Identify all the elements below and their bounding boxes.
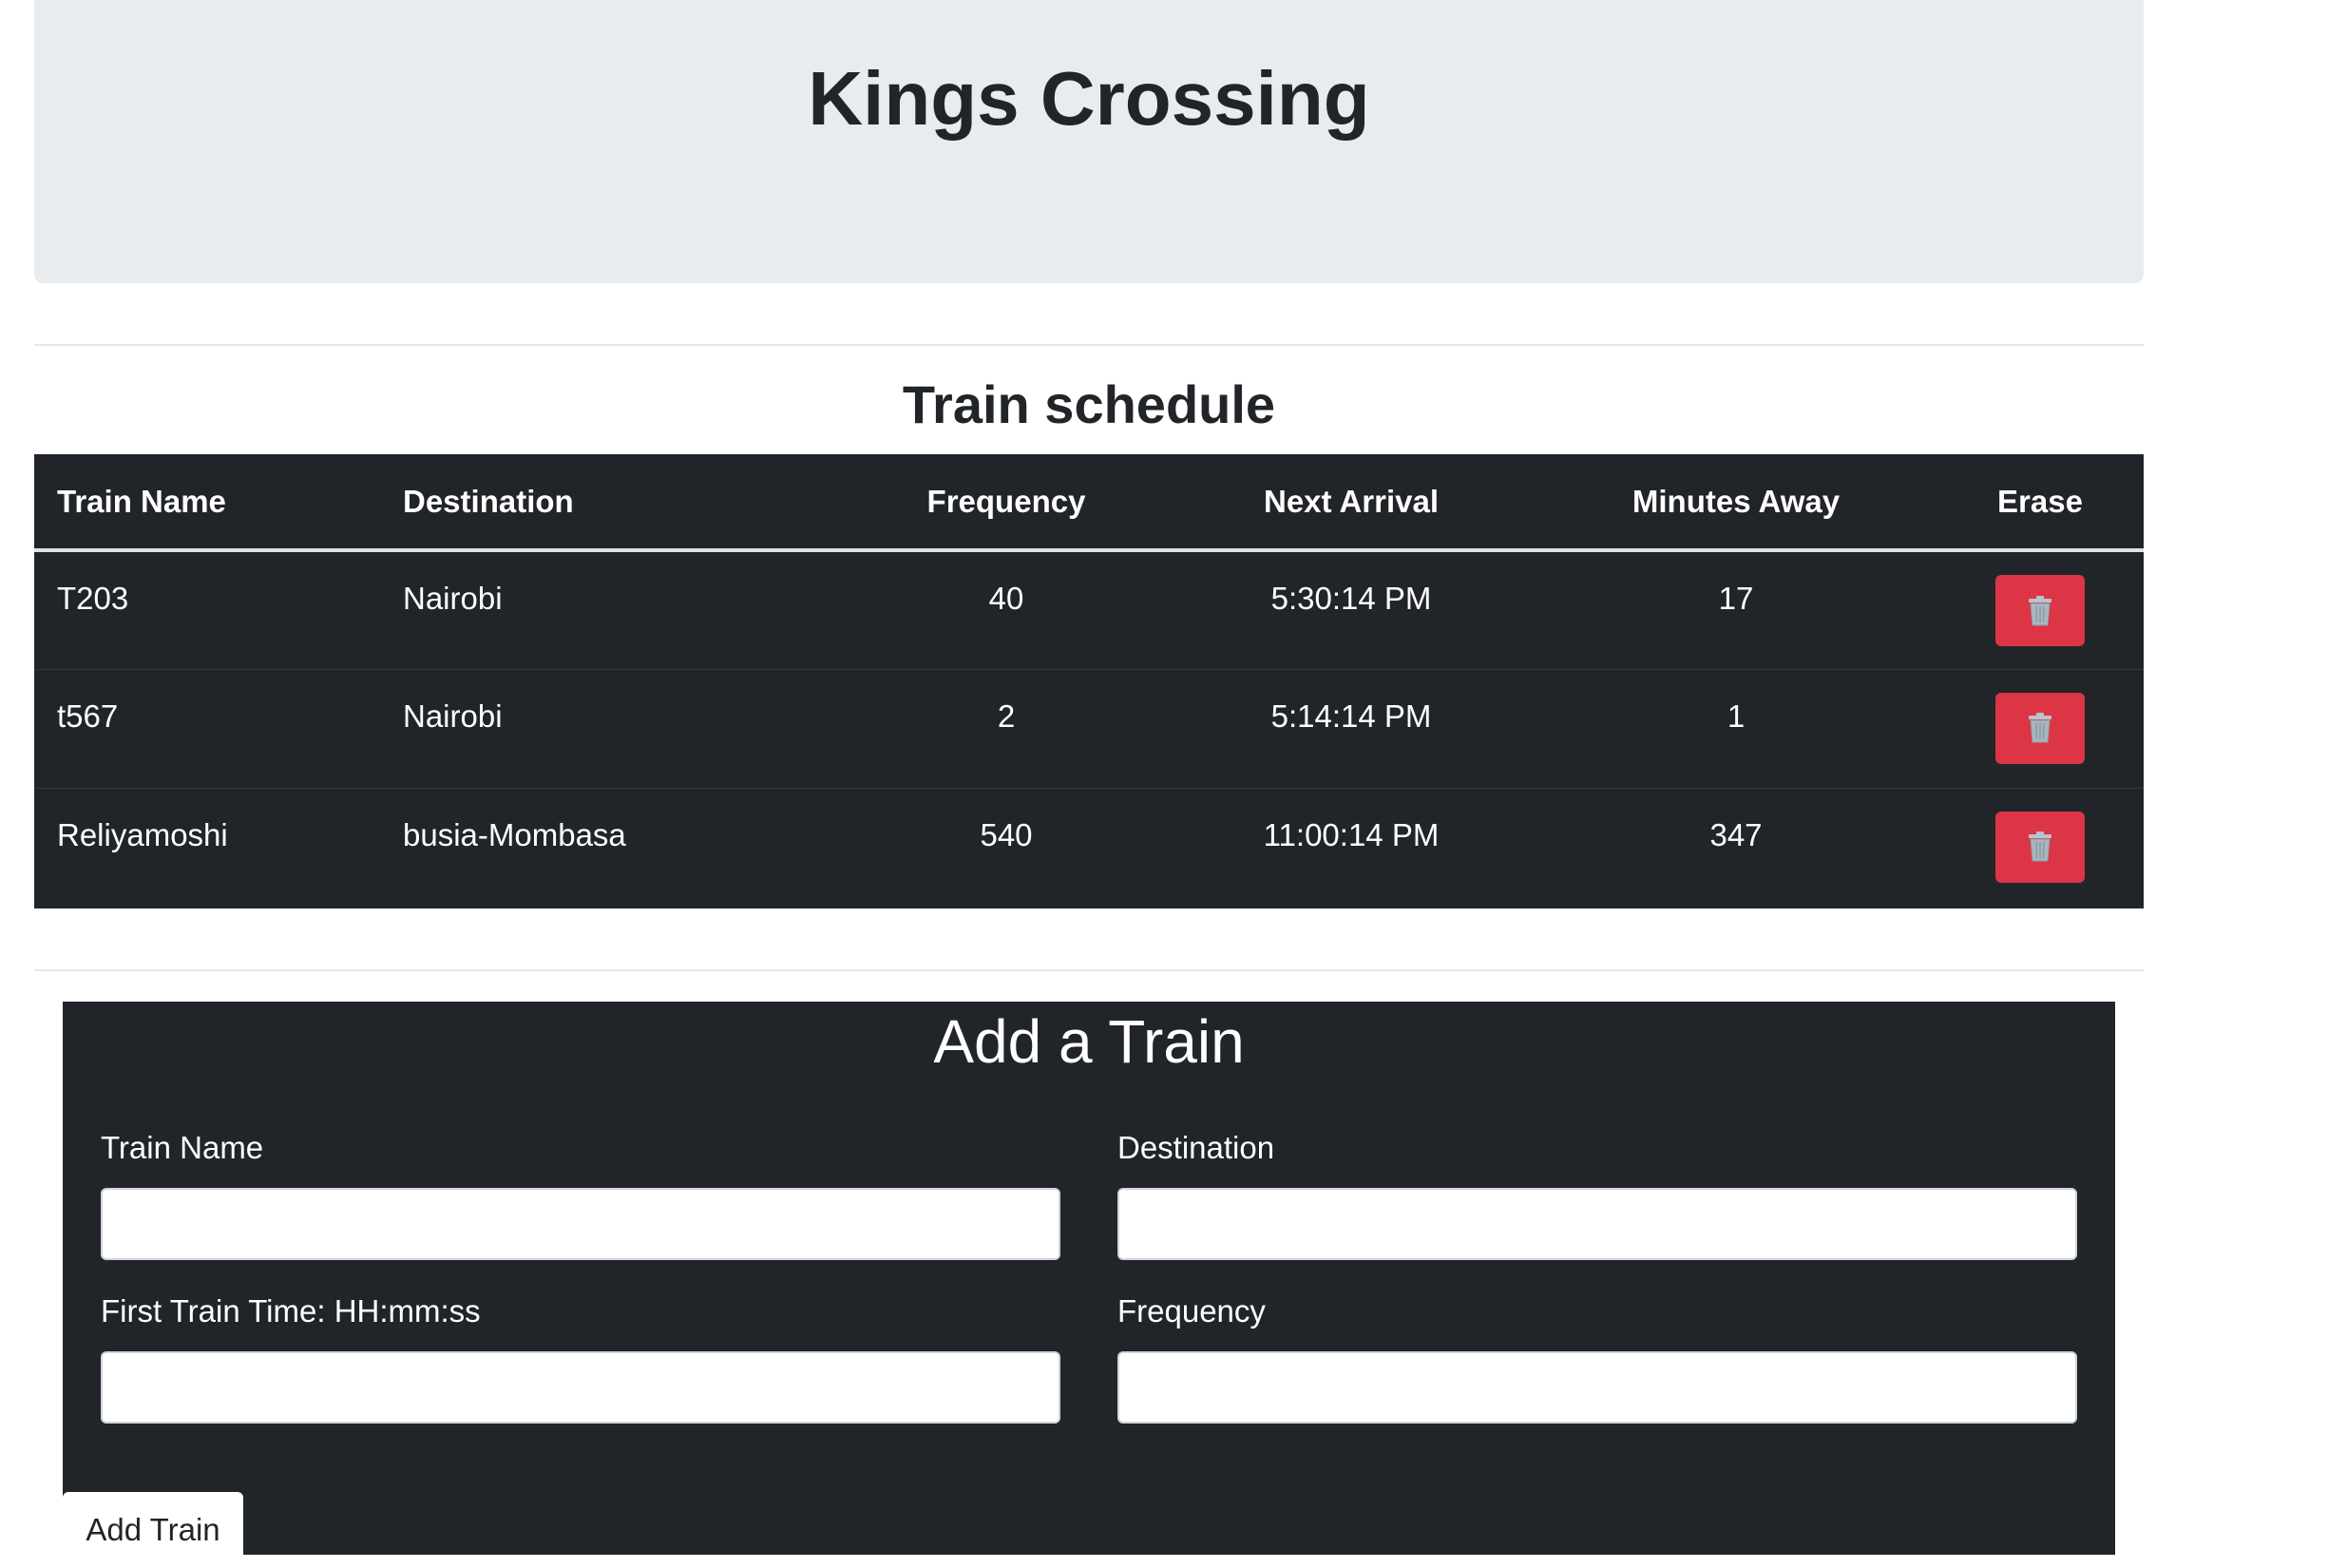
cell-destination: busia-Mombasa — [380, 787, 846, 907]
column-header-destination: Destination — [380, 454, 846, 552]
erase-button[interactable] — [1995, 811, 2085, 883]
cell-minutes-away: 347 — [1536, 787, 1937, 907]
divider — [34, 344, 2144, 346]
frequency-input[interactable] — [1117, 1351, 2077, 1424]
first-train-time-label: First Train Time: HH:mm:ss — [101, 1293, 481, 1329]
cell-train-name: t567 — [34, 668, 380, 788]
cell-erase — [1937, 787, 2144, 907]
column-header-minutes-away: Minutes Away — [1536, 454, 1937, 552]
table-header-row: Train Name Destination Frequency Next Ar… — [34, 454, 2144, 552]
column-header-erase: Erase — [1937, 454, 2144, 552]
add-train-button[interactable]: Add Train — [63, 1492, 243, 1568]
cell-next-arrival: 11:00:14 PM — [1167, 787, 1536, 907]
table-row: t567 Nairobi 2 5:14:14 PM 1 — [34, 668, 2144, 788]
destination-label: Destination — [1117, 1130, 1275, 1165]
cell-destination: Nairobi — [403, 581, 503, 616]
cell-destination: Nairobi — [380, 668, 846, 788]
cell-erase — [1937, 550, 2144, 669]
cell-frequency: 2 — [846, 668, 1167, 788]
frequency-label: Frequency — [1117, 1293, 1266, 1329]
trash-icon — [2029, 595, 2051, 625]
table-row: T203 Nairobi 40 5:30:14 PM 17 — [34, 550, 2144, 669]
cell-minutes-away: 17 — [1718, 581, 1754, 616]
form-title: Add a Train — [933, 1007, 1245, 1076]
first-train-time-input[interactable] — [101, 1351, 1060, 1424]
header-jumbotron: Kings Crossing — [34, 0, 2144, 283]
train-name-input[interactable] — [101, 1188, 1060, 1260]
train-name-label: Train Name — [101, 1130, 264, 1165]
column-header-train-name: Train Name — [34, 454, 380, 552]
trash-icon — [2029, 832, 2051, 862]
divider — [34, 969, 2144, 971]
cell-train-name: T203 — [57, 581, 129, 616]
table-row: Reliyamoshi busia-Mombasa 540 11:00:14 P… — [34, 787, 2144, 907]
column-header-next-arrival: Next Arrival — [1167, 454, 1536, 552]
cell-frequency: 40 — [988, 581, 1024, 616]
cell-next-arrival: 5:30:14 PM — [1270, 581, 1432, 616]
column-header-frequency: Frequency — [846, 454, 1167, 552]
cell-erase — [1937, 668, 2144, 788]
cell-minutes-away: 1 — [1536, 668, 1937, 788]
add-train-form: Add a Train Train Name Destination First… — [63, 1002, 2115, 1568]
erase-button[interactable] — [1995, 692, 2085, 764]
cell-train-name: Reliyamoshi — [34, 787, 380, 907]
schedule-title: Train schedule — [902, 374, 1276, 434]
train-schedule-table: Train Name Destination Frequency Next Ar… — [34, 454, 2144, 908]
destination-input[interactable] — [1117, 1188, 2077, 1260]
page-title: Kings Crossing — [808, 56, 1370, 141]
trash-icon — [2029, 713, 2051, 743]
cell-next-arrival: 5:14:14 PM — [1167, 668, 1536, 788]
cell-frequency: 540 — [846, 787, 1167, 907]
erase-button[interactable] — [1995, 575, 2085, 646]
